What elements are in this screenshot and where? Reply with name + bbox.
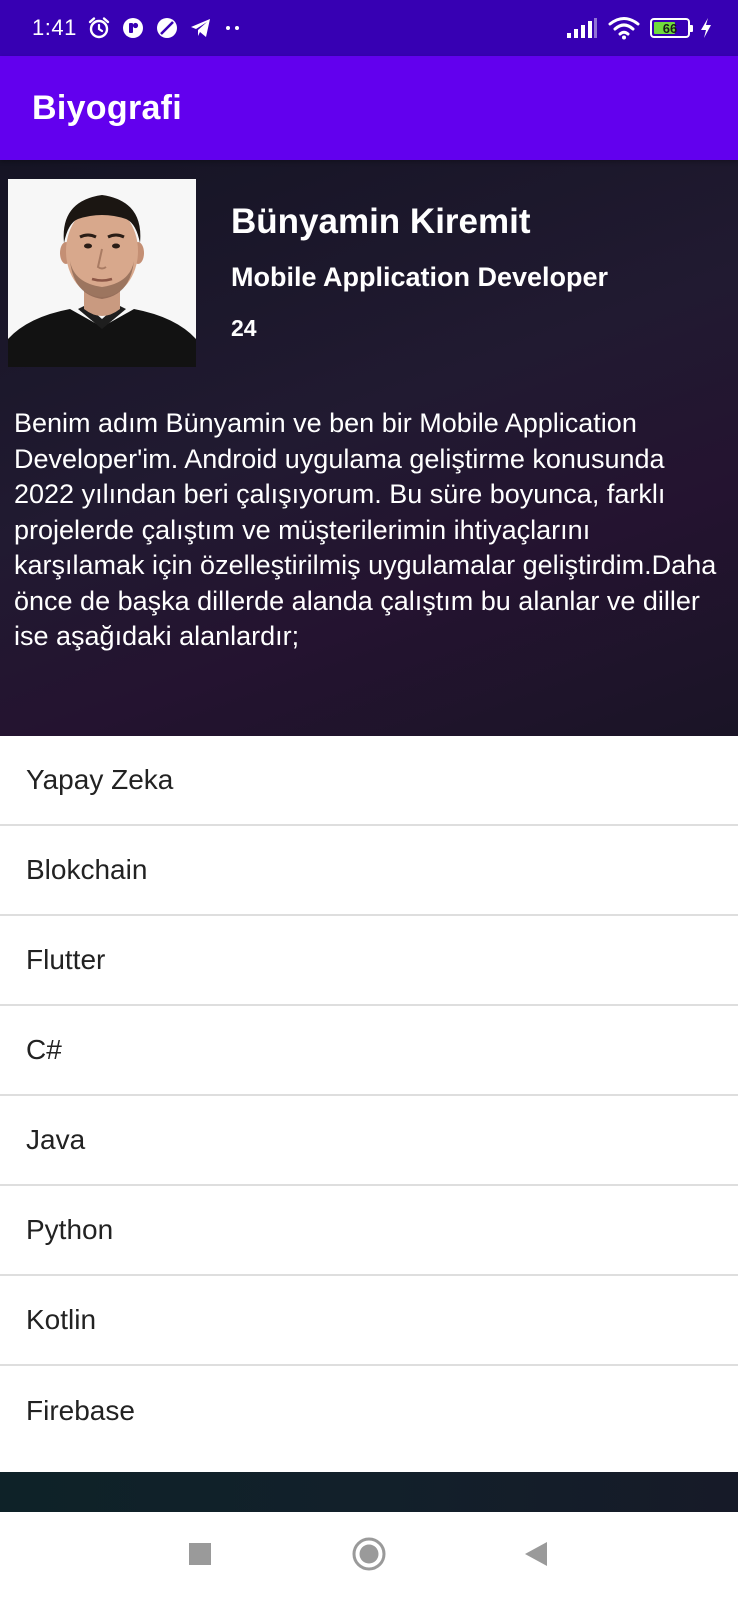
profile-bio: Benim adım Bünyamin ve ben bir Mobile Ap… bbox=[14, 408, 717, 651]
signal-icon bbox=[566, 17, 598, 39]
list-item-kotlin[interactable]: Kotlin bbox=[0, 1276, 738, 1366]
recents-button[interactable] bbox=[170, 1512, 230, 1600]
blocked-icon bbox=[155, 16, 179, 40]
charging-icon bbox=[700, 17, 712, 39]
home-circle-icon bbox=[351, 1536, 387, 1577]
back-button[interactable] bbox=[506, 1512, 566, 1600]
list-item-csharp[interactable]: C# bbox=[0, 1006, 738, 1096]
list-item-firebase[interactable]: Firebase bbox=[0, 1366, 738, 1456]
list-item-java[interactable]: Java bbox=[0, 1096, 738, 1186]
status-time: 1:41 bbox=[32, 15, 77, 40]
status-bar: 1:41 66 bbox=[0, 0, 738, 56]
profile-section: Bünyamin Kiremit Mobile Application Deve… bbox=[0, 160, 738, 736]
status-left: 1:41 bbox=[32, 15, 243, 41]
more-dots-icon bbox=[223, 16, 243, 40]
back-triangle-icon bbox=[523, 1540, 549, 1573]
status-right: 66 bbox=[566, 16, 712, 40]
list-item-python[interactable]: Python bbox=[0, 1186, 738, 1276]
recents-square-icon bbox=[188, 1542, 212, 1571]
battery-level: 66 bbox=[662, 20, 678, 36]
app-notification-icon bbox=[121, 16, 145, 40]
alarm-icon bbox=[87, 16, 111, 40]
list-item-yapay-zeka[interactable]: Yapay Zeka bbox=[0, 736, 738, 826]
profile-age: 24 bbox=[231, 315, 257, 341]
telegram-icon bbox=[189, 16, 213, 40]
app-bar: Biyografi bbox=[0, 56, 738, 160]
wifi-icon bbox=[608, 16, 640, 40]
avatar bbox=[8, 179, 196, 367]
skills-list: Yapay Zeka Blokchain Flutter C# Java Pyt… bbox=[0, 736, 738, 1456]
profile-role: Mobile Application Developer bbox=[231, 262, 609, 292]
background-strip bbox=[0, 1472, 738, 1512]
home-button[interactable] bbox=[339, 1512, 399, 1600]
battery-icon: 66 bbox=[650, 18, 693, 38]
profile-name: Bünyamin Kiremit bbox=[231, 202, 531, 241]
list-item-blokchain[interactable]: Blokchain bbox=[0, 826, 738, 916]
app-title: Biyografi bbox=[32, 88, 183, 127]
list-item-flutter[interactable]: Flutter bbox=[0, 916, 738, 1006]
navigation-bar bbox=[0, 1512, 738, 1600]
